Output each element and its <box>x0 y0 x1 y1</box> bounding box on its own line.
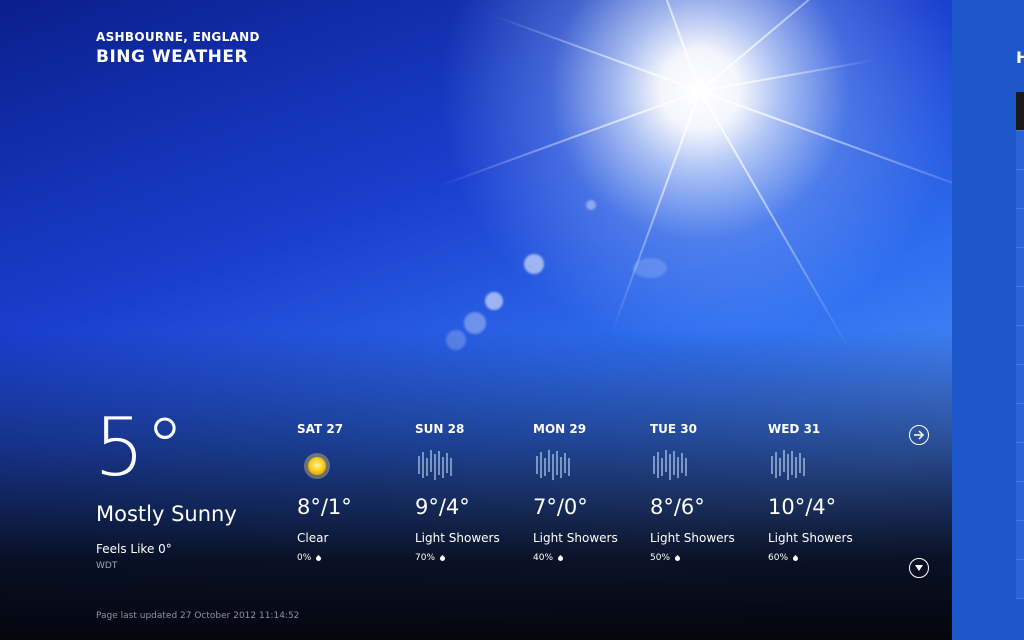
precip-chance: 60% <box>768 553 878 563</box>
current-condition: Mostly Sunny <box>96 502 237 526</box>
forecast-condition: Clear <box>297 531 329 545</box>
forecast-day-name: WED 31 <box>768 422 821 436</box>
precip-value: 60% <box>768 553 789 563</box>
forecast-temps: 10°/4° <box>768 495 837 519</box>
panel-row[interactable] <box>1016 521 1024 560</box>
panel-row[interactable] <box>1016 560 1024 599</box>
showers-icon <box>533 448 573 484</box>
panel-row[interactable] <box>1016 92 1024 131</box>
showers-icon <box>768 448 808 484</box>
panel-row[interactable] <box>1016 131 1024 170</box>
forecast-condition: Light Showers <box>533 531 618 545</box>
precip-value: 50% <box>650 553 671 563</box>
last-updated: Page last updated 27 October 2012 11:14:… <box>96 611 300 621</box>
hourly-forecast-panel[interactable]: H <box>952 0 1024 640</box>
panel-row[interactable] <box>1016 443 1024 482</box>
panel-row[interactable] <box>1016 209 1024 248</box>
current-temperature: 5° <box>94 401 185 494</box>
precip-chance: 40% <box>533 553 643 563</box>
forecast-day[interactable]: MON 29 7°/0° Light Showers 40% <box>533 422 643 563</box>
forecast-condition: Light Showers <box>415 531 500 545</box>
forecast-day-name: MON 29 <box>533 422 587 436</box>
raindrop-icon <box>791 554 800 562</box>
panel-row[interactable] <box>1016 404 1024 443</box>
precip-chance: 50% <box>650 553 760 563</box>
forecast-temps: 9°/4° <box>415 495 470 519</box>
forecast-day[interactable]: WED 31 10°/4° Light Showers 60% <box>768 422 878 563</box>
panel-row[interactable] <box>1016 365 1024 404</box>
forecast-temps: 8°/6° <box>650 495 705 519</box>
forecast-day[interactable]: TUE 30 8°/6° Light Showers 50% <box>650 422 760 563</box>
panel-row[interactable] <box>1016 170 1024 209</box>
raindrop-icon <box>556 554 565 562</box>
precip-value: 40% <box>533 553 554 563</box>
precip-value: 0% <box>297 553 312 563</box>
arrow-right-circle-icon[interactable] <box>909 425 929 445</box>
app-title: BING WEATHER <box>96 47 249 67</box>
data-source: WDT <box>96 561 118 571</box>
forecast-temps: 7°/0° <box>533 495 588 519</box>
showers-icon <box>650 448 690 484</box>
forecast-day[interactable]: SAT 27 8°/1° Clear 0% <box>297 422 407 563</box>
forecast-day-name: SAT 27 <box>297 422 344 436</box>
feels-like: Feels Like 0° <box>96 542 172 556</box>
location-label[interactable]: ASHBOURNE, ENGLAND <box>96 30 260 44</box>
forecast-day-name: SUN 28 <box>415 422 465 436</box>
panel-row[interactable] <box>1016 482 1024 521</box>
forecast-day[interactable]: SUN 28 9°/4° Light Showers 70% <box>415 422 525 563</box>
chevron-down-circle-icon[interactable] <box>909 558 929 578</box>
sun-icon <box>297 448 337 484</box>
precip-value: 70% <box>415 553 436 563</box>
raindrop-icon <box>438 554 447 562</box>
raindrop-icon <box>673 554 682 562</box>
panel-row[interactable] <box>1016 248 1024 287</box>
panel-row[interactable] <box>1016 326 1024 365</box>
panel-header: H <box>1016 48 1024 67</box>
forecast-condition: Light Showers <box>650 531 735 545</box>
showers-icon <box>415 448 455 484</box>
forecast-condition: Light Showers <box>768 531 853 545</box>
forecast-day-name: TUE 30 <box>650 422 698 436</box>
panel-row[interactable] <box>1016 287 1024 326</box>
forecast-temps: 8°/1° <box>297 495 352 519</box>
precip-chance: 70% <box>415 553 525 563</box>
raindrop-icon <box>315 554 323 562</box>
precip-chance: 0% <box>297 553 407 563</box>
